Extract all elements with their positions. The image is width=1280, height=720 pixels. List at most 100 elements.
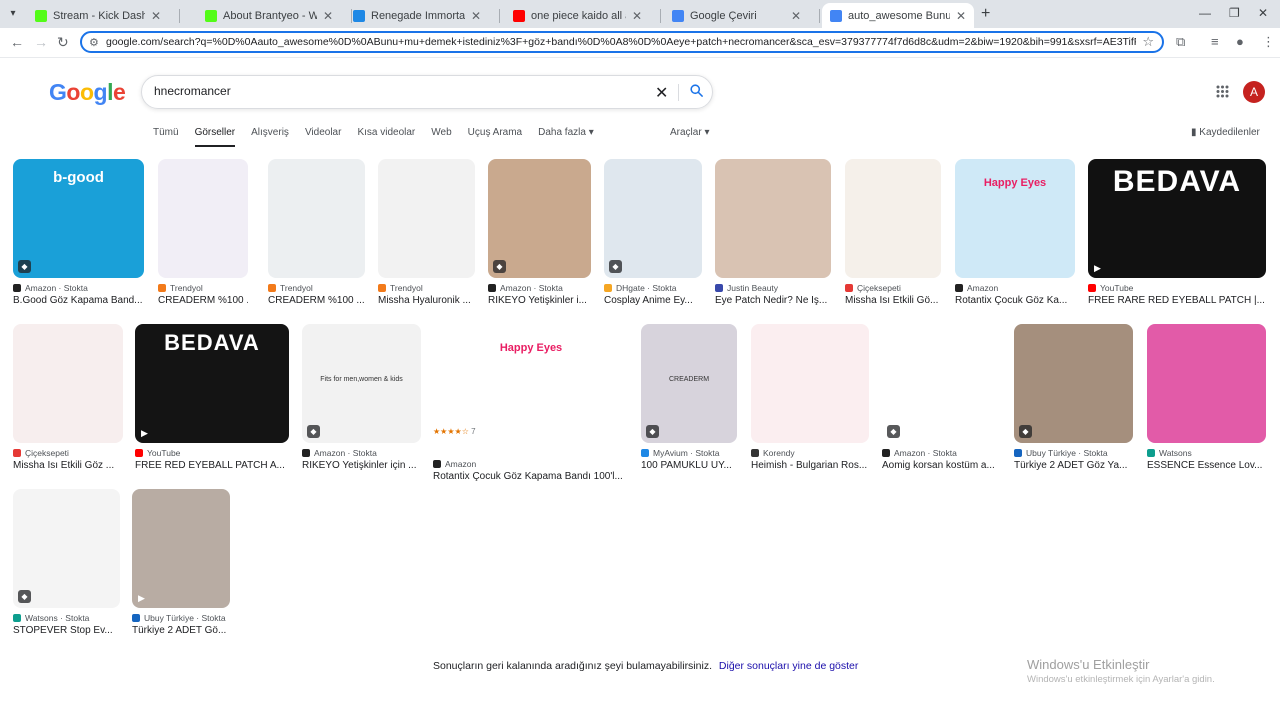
image-result[interactable]: b-good ◆ Amazon · Stokta B.Good Göz Kapam…: [13, 159, 144, 306]
result-caption[interactable]: RIKEYO Yetişkinler için ...: [302, 460, 421, 471]
search-icon[interactable]: [689, 83, 704, 101]
media-controls-icon[interactable]: ≡: [1211, 34, 1219, 49]
image-result[interactable]: Çiçeksepeti Missha Isı Etkili Göz ...: [13, 324, 123, 471]
result-thumbnail[interactable]: [268, 159, 365, 278]
result-source[interactable]: Amazon · Stokta: [488, 283, 591, 293]
filter-tab[interactable]: Web: [431, 127, 451, 147]
result-thumbnail[interactable]: BEDAVA ▶: [1088, 159, 1266, 278]
result-caption[interactable]: RIKEYO Yetişkinler i...: [488, 295, 591, 306]
result-thumbnail[interactable]: ◆: [604, 159, 702, 278]
google-logo[interactable]: Google: [49, 79, 126, 106]
image-result[interactable]: ◆ Ubuy Türkiye · Stokta Türkiye 2 ADET G…: [1014, 324, 1133, 471]
image-result[interactable]: ◆ Watsons · Stokta STOPEVER Stop Ev...: [13, 489, 120, 636]
result-thumbnail[interactable]: ◆: [13, 489, 120, 608]
result-caption[interactable]: Missha Hyaluronik ...: [378, 295, 475, 306]
search-box[interactable]: ✕: [141, 75, 713, 109]
minimize-icon[interactable]: —: [1199, 6, 1211, 20]
result-caption[interactable]: 100 PAMUKLU UY...: [641, 460, 737, 471]
account-avatar[interactable]: A: [1243, 81, 1265, 103]
site-info-icon[interactable]: ⚙: [89, 36, 99, 49]
result-caption[interactable]: B.Good Göz Kapama Band...: [13, 295, 144, 306]
result-thumbnail[interactable]: [751, 324, 869, 443]
filter-tab[interactable]: Uçuş Arama: [468, 127, 522, 147]
image-result[interactable]: Happy Eyes Amazon Rotantix Çocuk Göz Kap…: [433, 324, 629, 482]
result-caption[interactable]: STOPEVER Stop Ev...: [13, 625, 120, 636]
result-source[interactable]: Amazon: [433, 459, 629, 469]
result-thumbnail[interactable]: BEDAVA ▶: [135, 324, 289, 443]
image-result[interactable]: ▶ Ubuy Türkiye · Stokta Türkiye 2 ADET G…: [132, 489, 230, 636]
result-source[interactable]: Ubuy Türkiye · Stokta: [1014, 448, 1133, 458]
tab-search-icon[interactable]: ▾: [4, 5, 22, 23]
close-window-icon[interactable]: ✕: [1258, 6, 1268, 20]
image-result[interactable]: Trendyol CREADERM %100 ...: [268, 159, 365, 306]
result-caption[interactable]: ESSENCE Essence Lov...: [1147, 460, 1266, 471]
result-thumbnail[interactable]: Happy Eyes: [433, 324, 629, 443]
result-caption[interactable]: Türkiye 2 ADET Göz Ya...: [1014, 460, 1133, 471]
filter-tab[interactable]: Videolar: [305, 127, 342, 147]
result-source[interactable]: Trendyol: [268, 283, 365, 293]
result-source[interactable]: Amazon · Stokta: [302, 448, 421, 458]
result-caption[interactable]: Cosplay Anime Ey...: [604, 295, 702, 306]
image-result[interactable]: Trendyol Missha Hyaluronik ...: [378, 159, 475, 306]
address-bar[interactable]: ⚙ google.com/search?q=%0D%0Aauto_awesome…: [80, 31, 1164, 53]
result-source[interactable]: YouTube: [1088, 283, 1266, 293]
result-thumbnail[interactable]: b-good ◆: [13, 159, 144, 278]
result-source[interactable]: Trendyol: [378, 283, 475, 293]
bookmark-star-icon[interactable]: ☆: [1142, 34, 1154, 50]
result-source[interactable]: Amazon: [955, 283, 1075, 293]
image-result[interactable]: ◆ Amazon · Stokta Aomig korsan kostüm a.…: [882, 324, 1000, 471]
filter-tab[interactable]: Görseller: [194, 127, 235, 147]
result-thumbnail[interactable]: Happy Eyes: [955, 159, 1075, 278]
url-text[interactable]: google.com/search?q=%0D%0Aauto_awesome%0…: [106, 36, 1136, 48]
back-icon[interactable]: ←: [10, 34, 24, 50]
image-result[interactable]: Justin Beauty Eye Patch Nedir? Ne İş...: [715, 159, 831, 306]
browser-tab[interactable]: About Brantyeo - Watch Live on ✕: [197, 3, 341, 28]
result-source[interactable]: Watsons: [1147, 448, 1266, 458]
result-thumbnail[interactable]: [378, 159, 475, 278]
result-caption[interactable]: Heimish - Bulgarian Ros...: [751, 460, 869, 471]
reload-icon[interactable]: ↻: [57, 34, 69, 50]
browser-menu-icon[interactable]: ⋮: [1262, 34, 1275, 50]
image-result[interactable]: Fits for men,women & kids ◆ Amazon · Stok…: [302, 324, 421, 471]
image-result[interactable]: Happy Eyes Amazon Rotantix Çocuk Göz Ka.…: [955, 159, 1075, 306]
image-result[interactable]: Çiçeksepeti Missha Isı Etkili Gö...: [845, 159, 941, 306]
result-caption[interactable]: Rotantix Çocuk Göz Ka...: [955, 295, 1075, 306]
image-result[interactable]: BEDAVA ▶ YouTube FREE RED EYEBALL PATCH A…: [135, 324, 289, 471]
result-source[interactable]: Korendy: [751, 448, 869, 458]
google-apps-icon[interactable]: [1216, 85, 1229, 100]
result-source[interactable]: Çiçeksepeti: [845, 283, 941, 293]
browser-tab[interactable]: auto_awesome Bunu mu deme ✕: [822, 3, 974, 28]
close-tab-icon[interactable]: ✕: [151, 9, 161, 23]
result-source[interactable]: DHgate · Stokta: [604, 283, 702, 293]
profile-icon[interactable]: ●: [1236, 34, 1244, 49]
filter-tab[interactable]: Kısa videolar: [357, 127, 415, 147]
browser-tab[interactable]: Stream - Kick Dashboard ✕: [27, 3, 169, 28]
result-caption[interactable]: FREE RARE RED EYEBALL PATCH |...: [1088, 295, 1266, 306]
image-result[interactable]: CREADERM ◆ MyAvium · Stokta 100 PAMUKLU U…: [641, 324, 737, 471]
image-result[interactable]: ◆ Amazon · Stokta RIKEYO Yetişkinler i..…: [488, 159, 591, 306]
result-source[interactable]: Amazon · Stokta: [882, 448, 1000, 458]
result-source[interactable]: Justin Beauty: [715, 283, 831, 293]
close-tab-icon[interactable]: ✕: [956, 9, 966, 23]
extensions-icon[interactable]: ⧉: [1176, 34, 1185, 50]
image-result[interactable]: ◆ DHgate · Stokta Cosplay Anime Ey...: [604, 159, 702, 306]
result-source[interactable]: Amazon · Stokta: [13, 283, 144, 293]
tools-button[interactable]: Araçlar ▾: [670, 127, 709, 138]
result-caption[interactable]: CREADERM %100 ...: [158, 295, 248, 306]
image-result[interactable]: BEDAVA ▶ YouTube FREE RARE RED EYEBALL PA…: [1088, 159, 1266, 306]
show-more-results-link[interactable]: Diğer sonuçları yine de göster: [719, 660, 859, 672]
restore-icon[interactable]: ❐: [1229, 6, 1240, 20]
result-thumbnail[interactable]: ◆: [882, 324, 1000, 443]
new-tab-button[interactable]: +: [981, 5, 990, 23]
filter-tab[interactable]: Alışveriş: [251, 127, 289, 147]
filter-tab[interactable]: Tümü: [153, 127, 179, 147]
result-source[interactable]: Çiçeksepeti: [13, 448, 123, 458]
image-result[interactable]: Korendy Heimish - Bulgarian Ros...: [751, 324, 869, 471]
result-source[interactable]: MyAvium · Stokta: [641, 448, 737, 458]
close-tab-icon[interactable]: ✕: [323, 9, 333, 23]
result-caption[interactable]: FREE RED EYEBALL PATCH A...: [135, 460, 289, 471]
close-tab-icon[interactable]: ✕: [632, 9, 642, 23]
result-caption[interactable]: Rotantix Çocuk Göz Kapama Bandı 100'l...: [433, 471, 629, 482]
result-thumbnail[interactable]: ▶: [132, 489, 230, 608]
result-thumbnail[interactable]: [1147, 324, 1266, 443]
